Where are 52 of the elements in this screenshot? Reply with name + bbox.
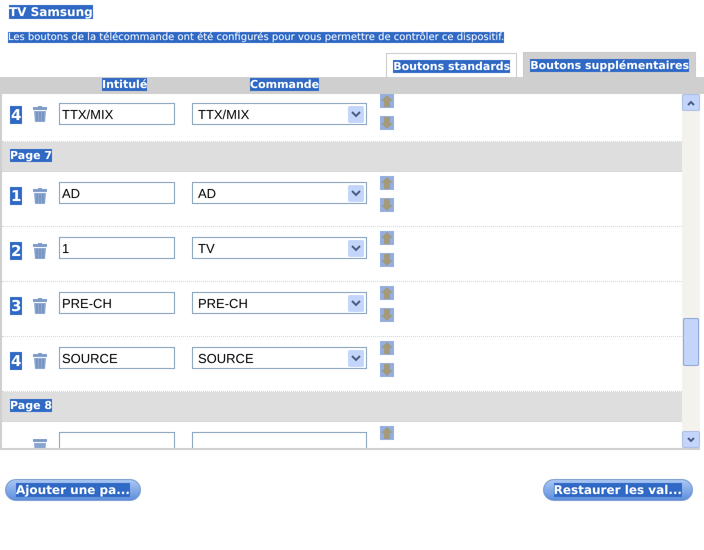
- chevron-down-icon: [348, 184, 364, 202]
- device-title: TV Samsung: [9, 5, 93, 19]
- label-field[interactable]: 1: [59, 237, 175, 259]
- chevron-down-icon: [348, 240, 364, 256]
- command-dropdown[interactable]: AD: [192, 182, 367, 204]
- arrow-down-icon[interactable]: [380, 308, 394, 322]
- arrow-down-icon[interactable]: [380, 198, 394, 212]
- description-text: Les boutons de la télécommande ont été configurés pour vous permettre de contrôler ce dispositif.: [8, 32, 504, 43]
- row-number: 3: [10, 297, 22, 315]
- command-dropdown[interactable]: TV: [192, 237, 367, 259]
- chevron-down-icon: [348, 350, 364, 366]
- chevron-down-icon[interactable]: [687, 436, 695, 442]
- arrow-up-icon[interactable]: [380, 341, 394, 355]
- scrollbar[interactable]: [682, 94, 700, 448]
- page-header: Page 8: [2, 392, 682, 422]
- tab[interactable]: Boutons supplémentaires: [523, 52, 696, 77]
- arrow-up-icon[interactable]: [380, 176, 394, 190]
- arrow-down-icon[interactable]: [380, 116, 394, 130]
- scrollbar-thumb[interactable]: [683, 318, 699, 366]
- chevron-down-icon: [348, 106, 364, 122]
- arrow-up-icon[interactable]: [380, 94, 394, 108]
- chevron-down-icon: [348, 294, 364, 312]
- command-dropdown[interactable]: TTX/MIX: [192, 103, 367, 125]
- action-button[interactable]: Restaurer les val...: [542, 479, 693, 501]
- label-field[interactable]: SOURCE: [59, 347, 175, 369]
- chevron-up-icon[interactable]: [687, 100, 695, 106]
- action-button[interactable]: Ajouter une pa...: [5, 479, 141, 501]
- trash-icon[interactable]: [33, 106, 47, 122]
- arrow-up-icon[interactable]: [380, 231, 394, 245]
- trash-icon[interactable]: [33, 353, 47, 369]
- label-field[interactable]: TTX/MIX: [59, 103, 175, 125]
- arrow-up-icon[interactable]: [380, 286, 394, 300]
- row-number: 1: [10, 187, 22, 205]
- label-field[interactable]: AD: [59, 182, 175, 204]
- arrow-down-icon[interactable]: [380, 253, 394, 267]
- row-number: 4: [10, 106, 22, 124]
- label-field[interactable]: [59, 432, 175, 448]
- arrow-down-icon[interactable]: [380, 363, 394, 377]
- command-dropdown[interactable]: [192, 432, 367, 448]
- command-dropdown[interactable]: PRE-CH: [192, 292, 367, 314]
- trash-icon[interactable]: [33, 188, 47, 204]
- label-field[interactable]: PRE-CH: [59, 292, 175, 314]
- row-number: 2: [10, 242, 22, 260]
- command-dropdown[interactable]: SOURCE: [192, 347, 367, 369]
- column-header: Commande: [250, 78, 320, 91]
- tab[interactable]: Boutons standards: [386, 53, 518, 77]
- column-header: Intitulé: [102, 78, 148, 91]
- trash-icon[interactable]: [33, 243, 47, 259]
- trash-icon[interactable]: [33, 298, 47, 314]
- page-header: Page 7: [2, 142, 682, 172]
- arrow-up-icon[interactable]: [380, 426, 394, 440]
- row-number: 4: [10, 352, 22, 370]
